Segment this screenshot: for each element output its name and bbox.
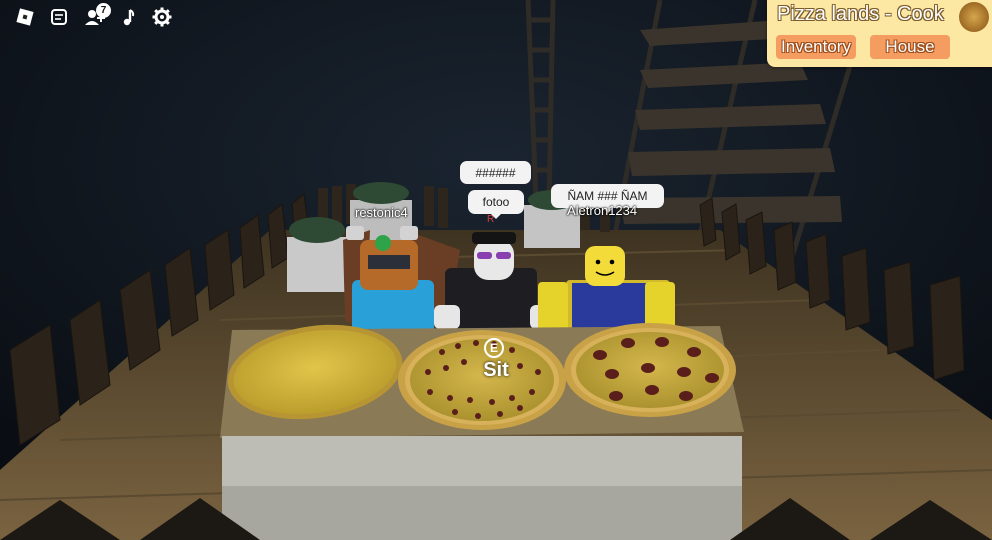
music-icon[interactable] [115,4,141,30]
chat-bubble-fotoo: fotoo [468,190,524,219]
sit-prompt-label[interactable]: Sit [470,359,522,382]
player-nametag-restonic4: restonic4 [355,205,408,220]
pizza-lands-logo [959,2,989,32]
settings-icon[interactable] [149,4,175,30]
table-front [222,436,742,486]
game-title: Pizza lands - Cook [777,3,944,25]
inventory-button[interactable]: Inventory [776,35,856,59]
chat-bubble-text: ###### [475,165,516,180]
roblox-menu-icon[interactable] [12,4,38,30]
player-nametag-aletron1234: Aletron1234 [567,203,638,218]
pizza-pepperoni-right[interactable] [564,323,736,417]
chat-icon[interactable] [46,4,72,30]
planter-left [287,217,347,292]
table-base [222,486,742,540]
chat-bubble-hash: ###### [460,161,531,184]
friend-requests-badge: 7 [96,3,111,18]
house-button[interactable]: House [870,35,950,59]
game-panel: Pizza lands - Cook Inventory House [767,0,992,67]
interact-key-e[interactable]: E [484,338,504,358]
chat-bubble-text: ÑAM ### ÑAM [567,189,648,203]
chat-bubble-text: fotoo [482,195,510,209]
game-viewport[interactable]: R [0,0,992,540]
